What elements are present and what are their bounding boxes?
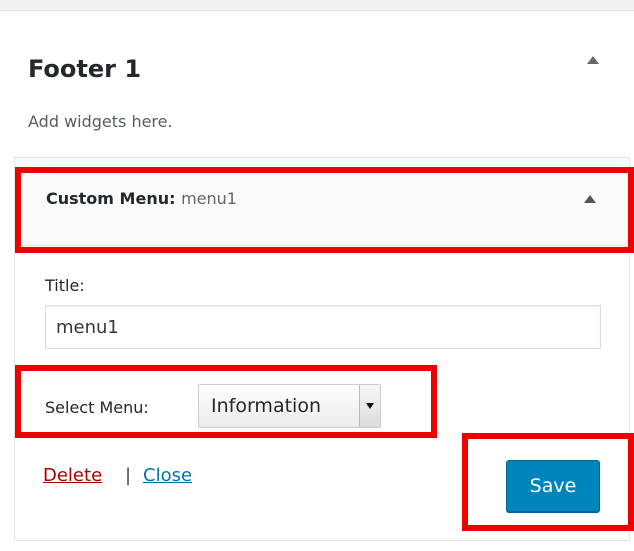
close-link[interactable]: Close <box>143 465 192 486</box>
widget-collapse-toggle[interactable] <box>583 192 597 206</box>
widget-header[interactable]: Custom Menu: menu1 <box>15 158 629 246</box>
chevron-down-icon <box>366 403 374 409</box>
widget-instance-title: menu1 <box>181 189 237 208</box>
dropdown-arrow[interactable] <box>359 385 380 427</box>
title-input[interactable] <box>45 305 601 349</box>
select-menu-dropdown[interactable]: Information <box>198 384 381 428</box>
sidebar-collapse-toggle[interactable] <box>586 53 600 67</box>
widget-title: Custom Menu: menu1 <box>46 189 237 208</box>
select-menu-value: Information <box>211 395 321 417</box>
sidebar-description: Add widgets here. <box>28 112 173 131</box>
arrow-up-icon <box>587 56 599 64</box>
save-button[interactable]: Save <box>506 460 600 512</box>
arrow-up-icon <box>584 195 596 203</box>
delete-link[interactable]: Delete <box>43 465 102 486</box>
sidebar-title[interactable]: Footer 1 <box>28 55 141 83</box>
title-label: Title: <box>45 276 85 295</box>
widget-title-prefix: Custom Menu: <box>46 189 176 208</box>
custom-menu-widget: Custom Menu: menu1 Title: Select Menu: I… <box>14 157 630 541</box>
link-separator: | <box>125 465 132 486</box>
select-menu-label: Select Menu: <box>45 398 149 417</box>
